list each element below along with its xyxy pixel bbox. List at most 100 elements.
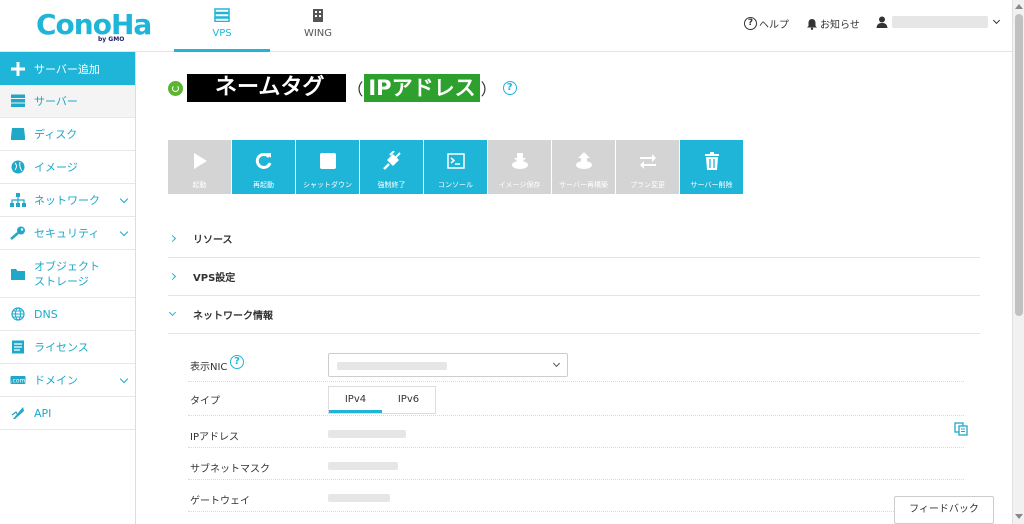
delete-server-button[interactable]: サーバー削除 [680,140,743,194]
sidebar-item-network[interactable]: ネットワーク [0,184,135,217]
console-icon [446,153,465,169]
chevron-right-icon [168,234,177,243]
chevron-down-icon [119,227,129,237]
sidebar-item-server[interactable]: サーバー [0,85,135,118]
scroll-up-arrow-icon[interactable] [1015,4,1023,9]
type-label: タイプ [190,396,220,407]
save-image-label: イメージ保存 [498,181,541,189]
row-nic: 表示NIC ? [188,350,964,382]
sidebar-item-label: ディスク [34,128,78,141]
sidebar-item-dns[interactable]: DNS [0,298,135,331]
sidebar-item-object-storage[interactable]: オブジェクト ストレージ [0,250,135,298]
nic-label: 表示NIC [190,362,228,373]
bell-icon [807,18,817,30]
question-icon: ? [744,17,757,30]
help-link[interactable]: ? ヘルプ [744,16,789,31]
server-name-tag[interactable]: ネームタグ [187,74,347,102]
rebuild-button[interactable]: サーバー再構築 [552,140,615,194]
chevron-down-icon [119,374,129,384]
license-icon [12,340,24,354]
sidebar-item-label: サーバー追加 [34,62,100,76]
svg-text:.com: .com [11,378,26,385]
server-ip-tag: IPアドレス [364,74,480,102]
sidebar-item-security[interactable]: セキュリティ [0,217,135,250]
feedback-button[interactable]: フィードバック [894,496,994,524]
sidebar-item-label: イメージ [34,161,78,174]
shutdown-button[interactable]: シャットダウン [296,140,359,194]
user-name-redacted [892,16,988,28]
top-header: ConoHa by GMO VPS WING ? ヘルプ お知らせ [0,0,1012,52]
start-button[interactable]: 起動 [168,140,231,194]
plan-change-button[interactable]: プラン変更 [616,140,679,194]
tab-wing[interactable]: WING [270,0,366,52]
sidebar-item-image[interactable]: イメージ [0,151,135,184]
tab-ipv4[interactable]: IPv4 [329,387,382,413]
globe-icon [11,307,25,321]
restart-button[interactable]: 再起動 [232,140,295,194]
nic-select[interactable] [328,353,568,377]
domain-icon: .com [10,376,26,385]
sidebar-item-disk[interactable]: ディスク [0,118,135,151]
notice-link[interactable]: お知らせ [806,16,860,31]
force-stop-button[interactable]: 強制終了 [360,140,423,194]
section-label: VPS設定 [193,273,236,284]
section-vps-settings[interactable]: VPS設定 [168,258,980,296]
plug-icon [382,151,401,170]
play-icon [193,153,207,169]
sidebar-item-api[interactable]: API [0,397,135,430]
save-image-button[interactable]: イメージ保存 [488,140,551,194]
notice-label: お知らせ [820,20,860,31]
chevron-down-icon [168,308,177,317]
paren-open: （ [347,80,364,99]
section-label: リソース [193,235,233,246]
row-subnet: サブネットマスク [188,448,964,480]
logo-text: ConoHa [36,8,152,41]
section-network-info[interactable]: ネットワーク情報 [168,296,980,334]
force-stop-label: 強制終了 [377,181,406,189]
user-menu[interactable] [876,16,1001,28]
page-scrollbar[interactable] [1012,0,1024,524]
server-icon [11,94,25,107]
ip-label: IPアドレス [190,432,239,443]
sidebar-item-label: オブジェクト ストレージ [34,259,100,288]
paren-close: ） [480,80,497,99]
ip-type-toggle: IPv4 IPv6 [328,386,436,414]
tab-ipv6[interactable]: IPv6 [382,387,435,413]
sidebar-item-label: ドメイン [34,374,78,387]
section-label: ネットワーク情報 [193,311,273,322]
main-content: ネームタグ （ IPアドレス ） ? 起動 再起動 シャットダウン 強制終了 コ… [136,52,1012,524]
row-ip-address: IPアドレス [188,416,964,448]
console-button[interactable]: コンソール [424,140,487,194]
folder-icon [11,268,25,280]
sidebar-item-add-server[interactable]: サーバー追加 [0,52,135,85]
section-resource[interactable]: リソース [168,220,980,258]
restart-icon [255,152,271,169]
server-toolbar: 起動 再起動 シャットダウン 強制終了 コンソール イメージ保存 サーバー再構築 [168,140,744,194]
tab-wing-label: WING [303,28,333,39]
start-label: 起動 [192,181,207,189]
chevron-down-icon [992,16,1001,25]
question-icon[interactable]: ? [230,355,244,369]
sidebar-item-label: DNS [34,307,58,321]
tab-vps[interactable]: VPS [174,0,270,52]
sidebar-item-license[interactable]: ライセンス [0,331,135,364]
conoha-logo[interactable]: ConoHa by GMO [36,8,152,44]
trash-icon [704,152,719,170]
subnet-value-redacted [328,462,398,470]
question-icon[interactable]: ? [502,81,517,95]
swap-icon [639,154,656,169]
sidebar-item-domain[interactable]: .com ドメイン [0,364,135,397]
restart-label: 再起動 [253,181,274,189]
chevron-down-icon [119,194,129,204]
shutdown-label: シャットダウン [303,181,352,189]
scroll-thumb[interactable] [1015,14,1023,316]
server-icon [214,8,230,22]
row-gateway: ゲートウェイ [188,480,964,512]
console-label: コンソール [438,181,473,189]
copy-icon[interactable] [954,422,968,436]
scroll-down-arrow-icon[interactable] [1015,514,1023,519]
gateway-label: ゲートウェイ [190,496,250,507]
help-label: ヘルプ [759,20,789,31]
server-title: ネームタグ （ IPアドレス ） ? [168,74,517,102]
network-icon [10,193,26,207]
